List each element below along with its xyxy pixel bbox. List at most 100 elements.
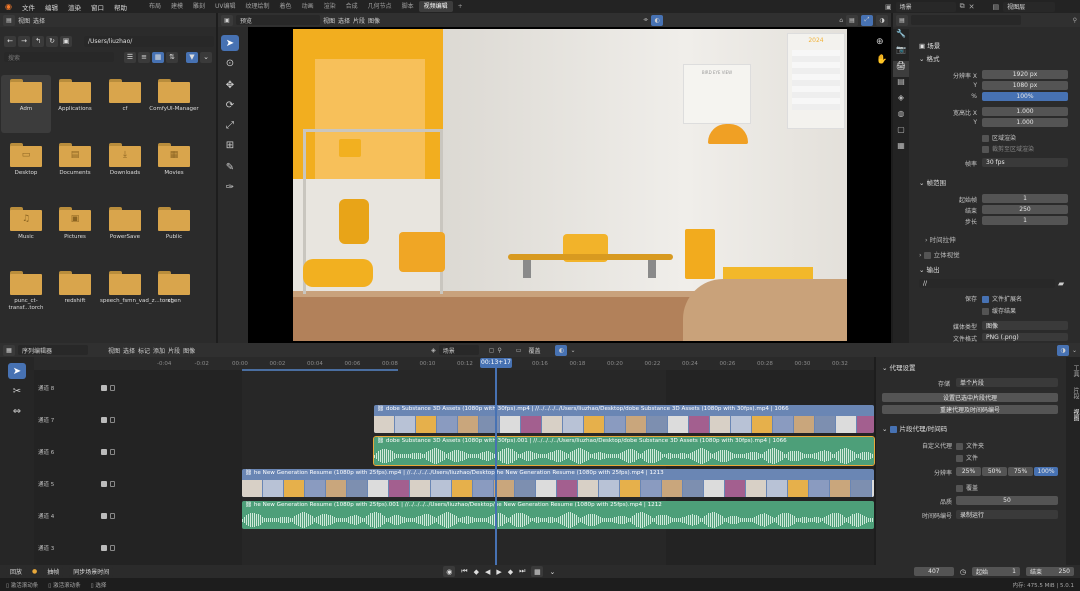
output-section-header[interactable]: ⌄ 输出 [919,264,940,274]
render-tab-icon[interactable]: 📷 [893,45,909,61]
rotate-tool-icon[interactable]: ⟳ [221,97,239,113]
sequencer-editor-type-icon[interactable]: ▦ [3,344,15,356]
playhead-label[interactable]: 00:13+17 [480,358,512,368]
pan-hand-icon[interactable]: ✋ [876,55,887,65]
overlay-icon[interactable]: ▤ [846,14,858,26]
media-type-dropdown[interactable]: 图像 [982,321,1068,330]
preview-mode-dropdown[interactable]: 预览 [236,15,320,25]
scene-tab-icon[interactable]: ◈ [893,93,909,109]
workspace-tab-geometry-nodes[interactable]: 几何节点 [363,1,397,12]
overlay-dropdown[interactable]: 覆盖 [524,345,553,355]
crop-region-checkbox[interactable]: 裁剪至区域渲染 [982,144,1034,153]
collection-tab-icon[interactable]: ▢ [893,125,909,141]
folder-item[interactable]: xgen [149,267,199,325]
channel-mute-checkbox[interactable] [101,513,107,519]
seq-menu-view[interactable]: 视图 [108,346,120,355]
channel-mute-checkbox[interactable] [101,385,107,391]
folder-browse-icon[interactable]: ▰ [1058,279,1064,288]
start-frame-field[interactable]: 起始 1 [972,567,1020,576]
seq-menu-marker[interactable]: 标记 [138,346,150,355]
fps-dropdown[interactable]: 30 fps [982,158,1068,167]
parent-dir-icon[interactable]: ↰ [32,35,44,47]
file-format-dropdown[interactable]: PNG (.png) [982,333,1068,341]
sample-tool-icon[interactable]: ⊙ [221,55,239,71]
seq-menu-add[interactable]: 添加 [153,346,165,355]
cache-result-checkbox[interactable]: 缓存结果 [982,306,1016,315]
properties-editor-type-icon[interactable]: ▤ [896,14,908,26]
gizmo-icon[interactable]: ⌂ [839,17,843,24]
jump-end-icon[interactable]: ⏭ [519,567,525,576]
channel-label[interactable]: 通道 4 [38,512,54,520]
overwrite-checkbox[interactable]: 覆盖 [956,483,978,492]
tool-tab-icon[interactable]: 🔧 [893,29,909,45]
back-icon[interactable]: ← [4,35,16,47]
frame-step-field[interactable]: 1 [982,216,1068,225]
transform-tool-icon[interactable]: ⊞ [221,137,239,153]
channel-label[interactable]: 通道 5 [38,480,54,488]
strip-proxy-header[interactable]: ⌄ 片段代理/时间码 [882,423,947,433]
copy-icon[interactable]: ⧉ [960,2,965,11]
close-icon[interactable]: ✕ [969,3,975,11]
proxy-75-button[interactable]: 75% [1008,467,1033,476]
overlay-toggle-icon[interactable]: ◐ [555,344,568,356]
output-tab-icon[interactable]: 🖨 [893,61,909,77]
sort-icon[interactable]: ⇅ [166,51,178,63]
sequencer-editor-dropdown[interactable]: 序列编辑器 [18,345,88,355]
sound-strip-2[interactable]: ⛓ he New Generation Resume (1080p with 2… [242,501,874,529]
channel-label[interactable]: 通道 3 [38,544,54,552]
viewlayer-name-field[interactable]: 视图层 [1003,1,1056,12]
scale-tool-icon[interactable]: ⤢ [221,117,239,133]
refresh-icon[interactable]: ↻ [46,35,58,47]
blender-logo-icon[interactable]: ◉ [0,2,17,11]
channel-mute-checkbox[interactable] [101,545,107,551]
menu-help[interactable]: 帮助 [109,2,132,12]
sidebar-toggle-icon[interactable]: ◑ [1056,344,1069,356]
lock-icon[interactable] [110,385,115,391]
preview-menu-select[interactable]: 选择 [338,16,350,25]
shading-icon[interactable]: ◑ [876,14,888,26]
lock-icon[interactable] [110,513,115,519]
annotate-tool-icon[interactable]: ✑ [221,179,239,195]
folder-item[interactable]: Public [149,203,199,261]
preview-menu-image[interactable]: 图像 [368,16,380,25]
folder-item[interactable]: ♫ Music [1,203,51,261]
rebuild-proxy-button[interactable]: 重建代理及时间码编号 [882,405,1058,414]
show-overlays-icon[interactable]: ⤢ [861,14,873,26]
auto-keying-icon[interactable]: ▦ [531,566,544,577]
folder-item[interactable]: ▤ Documents [50,139,100,197]
snap-icon[interactable]: ⌯ [643,16,648,24]
workspace-tab-compositing[interactable]: 合成 [341,1,363,12]
new-folder-icon[interactable]: ▣ [60,35,72,47]
display-columns-icon[interactable]: ≡ [138,51,150,63]
play-icon[interactable]: ▶ [496,568,501,576]
workspace-tab-uv-editing[interactable]: UV编辑 [210,1,241,12]
properties-search-input[interactable] [911,15,1021,25]
path-field[interactable]: /Users/liuzhao/ [84,35,214,47]
overlay-options-icon[interactable]: ⌄ [570,347,575,354]
menu-window[interactable]: 窗口 [86,2,109,12]
forward-icon[interactable]: → [18,35,30,47]
output-path-field[interactable]: // [919,279,1055,288]
movie-strip-2[interactable]: ⛓ he New Generation Resume (1080p with 2… [242,469,874,497]
filter-icon[interactable]: ▼ [186,51,198,63]
scene-name-field[interactable]: 场景 [895,1,956,12]
preview-menu-strip[interactable]: 片段 [353,16,365,25]
time-stretch-section-header[interactable]: › 时间拉伸 [925,234,956,244]
workspace-tab-animation[interactable]: 动画 [297,1,319,12]
timecode-dropdown[interactable]: 录制运行 [956,510,1058,519]
eyedropper-tool-icon[interactable]: ✎ [221,159,239,175]
folder-item[interactable]: ▭ Desktop [1,139,51,197]
sidebar-options-icon[interactable]: ⌄ [1072,347,1077,354]
sync-menu[interactable]: 同步场景时间 [69,566,114,577]
lock-icon[interactable] [110,449,115,455]
channel-label[interactable]: 通道 8 [38,384,54,392]
slip-tool-icon[interactable]: ⇔ [8,403,26,419]
res-y-field[interactable]: 1080 px [982,81,1068,90]
view-layer-tab-icon[interactable]: ▤ [893,77,909,93]
display-channels-icon[interactable]: ◐ [651,14,664,26]
workspace-tab-texture-paint[interactable]: 纹理绘制 [241,1,275,12]
filter-settings-icon[interactable]: ⌄ [200,51,212,63]
workspace-tab-shading[interactable]: 着色 [275,1,297,12]
pin-icon[interactable]: ⚲ [1073,17,1077,24]
set-selected-proxy-button[interactable]: 设置已选中片段代理 [882,393,1058,402]
